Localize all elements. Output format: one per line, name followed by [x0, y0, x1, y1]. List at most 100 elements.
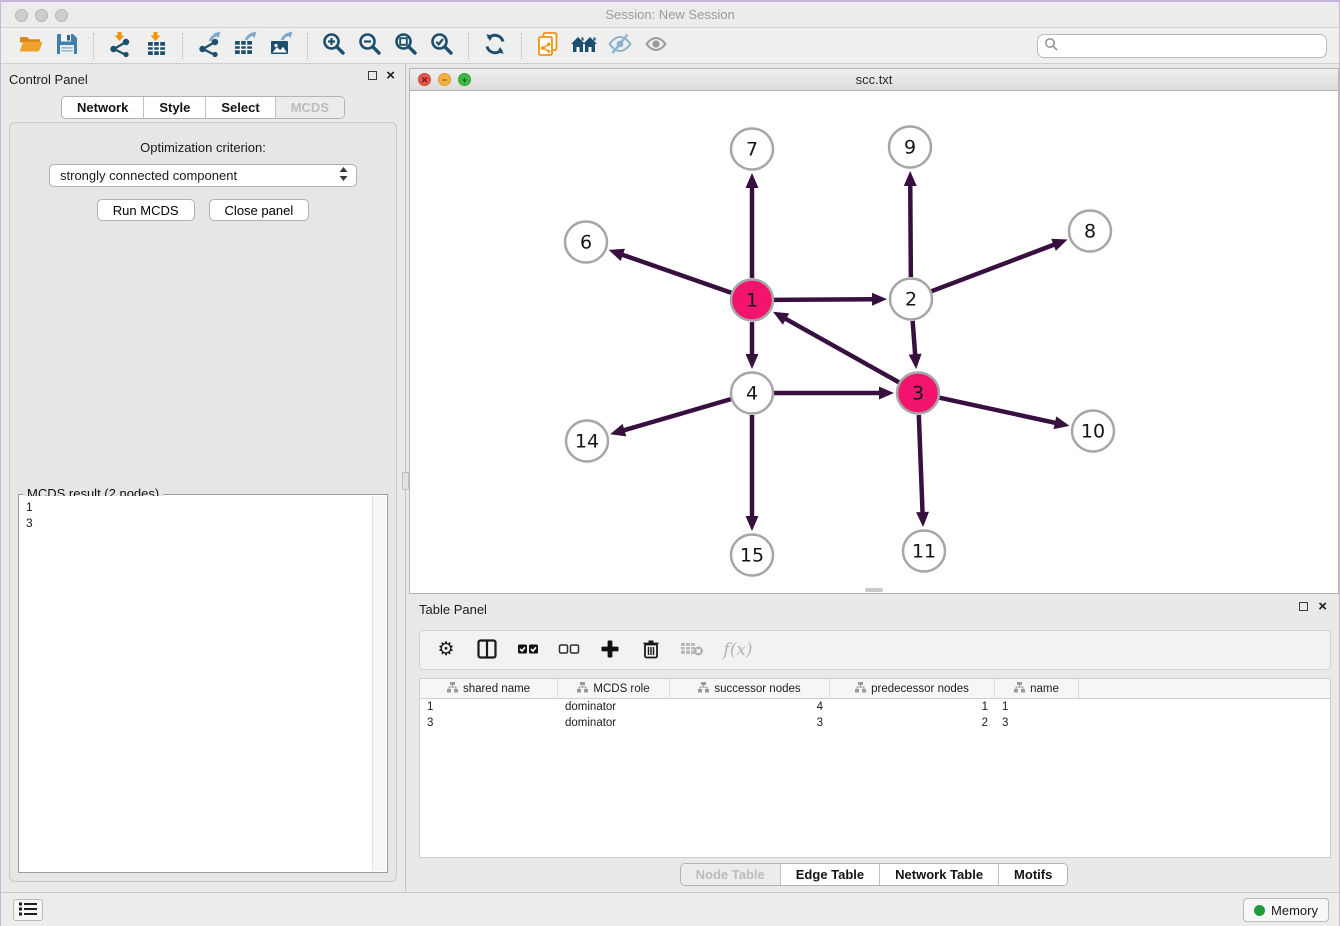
show-all-button[interactable]	[638, 31, 674, 61]
tab-network-table[interactable]: Network Table	[880, 864, 999, 885]
edge-1-2[interactable]	[774, 299, 874, 300]
refresh-layout-button[interactable]	[477, 31, 513, 61]
search-input[interactable]	[1059, 37, 1320, 55]
cell-MCDS-role[interactable]: dominator	[558, 699, 670, 715]
tab-node-table[interactable]: Node Table	[681, 864, 781, 885]
table-panel: Table Panel × ⚙ f(x) shared nameMCDS rol…	[409, 597, 1339, 894]
edge-2-8[interactable]	[932, 244, 1056, 291]
cell-predecessor-nodes[interactable]: 2	[830, 715, 995, 731]
task-list-icon	[19, 902, 37, 919]
cell-name[interactable]: 1	[995, 699, 1079, 715]
tab-mcds[interactable]: MCDS	[276, 97, 344, 118]
splitter-handle[interactable]	[402, 472, 409, 490]
optimization-criterion-label: Optimization criterion:	[10, 140, 396, 155]
edge-2-9[interactable]	[910, 184, 911, 277]
table-body: 1dominator4113dominator323	[420, 699, 1330, 731]
import-table-button[interactable]	[138, 31, 174, 61]
edge-3-1[interactable]	[784, 318, 899, 382]
node-label-9: 9	[904, 137, 916, 159]
task-history-button[interactable]	[13, 899, 43, 921]
float-panel-icon[interactable]	[368, 71, 377, 80]
first-neighbors-button[interactable]	[566, 31, 602, 61]
toolbar-separator	[468, 33, 469, 59]
close-panel-icon[interactable]: ×	[386, 71, 395, 80]
edge-4-14[interactable]	[623, 399, 731, 431]
zoom-fit-button[interactable]	[388, 31, 424, 61]
cell-successor-nodes[interactable]: 3	[670, 715, 830, 731]
tab-network[interactable]: Network	[62, 97, 144, 118]
export-table-button[interactable]	[227, 31, 263, 61]
arrowhead-3-10	[1054, 416, 1070, 429]
import-network-button[interactable]	[102, 31, 138, 61]
table-row[interactable]: 3dominator323	[420, 715, 1330, 731]
cell-MCDS-role[interactable]: dominator	[558, 715, 670, 731]
cell-name[interactable]: 3	[995, 715, 1079, 731]
canvas-hscroll-thumb[interactable]	[865, 588, 883, 592]
result-scrollbar[interactable]	[372, 496, 386, 871]
toolbar-separator	[307, 33, 308, 59]
arrowhead-2-8	[1051, 239, 1067, 251]
export-network-button[interactable]	[191, 31, 227, 61]
zoom-selected-button[interactable]	[424, 31, 460, 61]
arrowhead-3-11	[916, 512, 929, 527]
edge-3-10[interactable]	[939, 398, 1056, 423]
close-table-panel-icon[interactable]: ×	[1318, 602, 1327, 611]
network-canvas[interactable]: 7968124314101511	[410, 91, 1338, 593]
node-label-11: 11	[912, 541, 936, 563]
search-field[interactable]	[1037, 34, 1327, 58]
zoom-in-button[interactable]	[316, 31, 352, 61]
save-session-button[interactable]	[49, 31, 85, 61]
mcds-result-group: MCDS result (2 nodes) 1 3	[18, 494, 388, 873]
column-header-predecessor-nodes[interactable]: predecessor nodes	[830, 679, 995, 698]
delete-table-button[interactable]	[680, 638, 704, 662]
tab-motifs[interactable]: Motifs	[999, 864, 1067, 885]
status-bar: Memory	[1, 892, 1339, 926]
deselect-all-button[interactable]	[557, 638, 581, 662]
houses-icon	[570, 31, 598, 60]
node-label-2: 2	[905, 289, 917, 311]
column-header-successor-nodes[interactable]: successor nodes	[670, 679, 830, 698]
network-graph[interactable]: 7968124314101511	[410, 91, 1338, 593]
cell-successor-nodes[interactable]: 4	[670, 699, 830, 715]
unchecked-boxes-icon	[558, 639, 580, 662]
column-header-MCDS-role[interactable]: MCDS role	[558, 679, 670, 698]
table-row[interactable]: 1dominator411	[420, 699, 1330, 715]
edge-3-11[interactable]	[919, 415, 923, 514]
tab-style[interactable]: Style	[144, 97, 206, 118]
open-session-button[interactable]	[13, 31, 49, 61]
select-all-button[interactable]	[516, 638, 540, 662]
table-toolbar: ⚙ f(x)	[419, 630, 1331, 670]
tab-edge-table[interactable]: Edge Table	[781, 864, 880, 885]
arrowhead-2-9	[904, 171, 917, 186]
cell-predecessor-nodes[interactable]: 1	[830, 699, 995, 715]
column-header-shared-name[interactable]: shared name	[420, 679, 558, 698]
search-icon	[1044, 37, 1059, 55]
edge-1-6[interactable]	[621, 254, 731, 293]
control-panel-tabs: NetworkStyleSelectMCDS	[61, 96, 345, 119]
clone-network-button[interactable]	[530, 31, 566, 61]
delete-column-button[interactable]	[639, 638, 663, 662]
hide-selected-button[interactable]	[602, 31, 638, 61]
optimization-criterion-select[interactable]: strongly connected component	[49, 164, 357, 187]
cell-shared-name[interactable]: 3	[420, 715, 558, 731]
function-builder-button[interactable]: f(x)	[721, 638, 755, 662]
run-mcds-button[interactable]: Run MCDS	[97, 199, 195, 221]
node-label-10: 10	[1081, 421, 1105, 443]
stepper-chevrons-icon	[339, 167, 348, 184]
column-layout-button[interactable]	[475, 638, 499, 662]
float-table-panel-icon[interactable]	[1299, 602, 1308, 611]
edge-2-3[interactable]	[913, 321, 916, 356]
export-image-button[interactable]	[263, 31, 299, 61]
cell-shared-name[interactable]: 1	[420, 699, 558, 715]
control-panel: Control Panel × NetworkStyleSelectMCDS O…	[1, 64, 405, 894]
add-column-button[interactable]	[598, 638, 622, 662]
tab-select[interactable]: Select	[206, 97, 275, 118]
column-header-name[interactable]: name	[995, 679, 1079, 698]
close-panel-button[interactable]: Close panel	[209, 199, 310, 221]
zoom-out-button[interactable]	[352, 31, 388, 61]
mcds-result-text[interactable]: 1 3	[20, 496, 372, 871]
memory-button[interactable]: Memory	[1243, 898, 1329, 922]
node-label-15: 15	[740, 545, 764, 567]
table-settings-button[interactable]: ⚙	[434, 638, 458, 662]
arrowhead-4-14	[610, 424, 626, 436]
